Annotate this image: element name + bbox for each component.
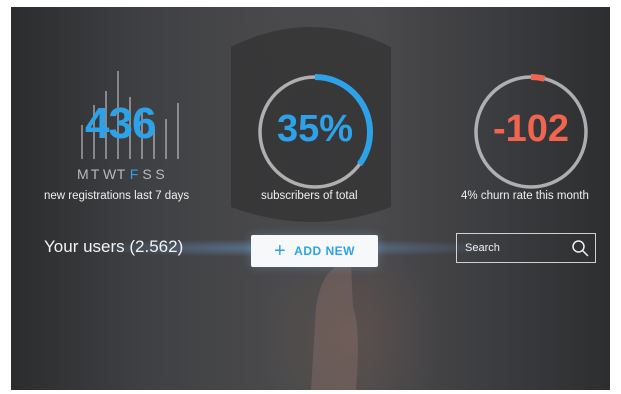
churn-caption: 4% churn rate this month bbox=[461, 190, 589, 202]
weekday-label: T bbox=[90, 166, 103, 182]
search-box[interactable] bbox=[456, 233, 596, 263]
add-new-label: ADD NEW bbox=[294, 244, 355, 258]
registrations-caption: new registrations last 7 days bbox=[44, 190, 190, 202]
weekday-label: T bbox=[116, 166, 129, 182]
plus-icon: + bbox=[273, 240, 287, 262]
registrations-value: 436 bbox=[85, 99, 156, 148]
subscribers-value: 35% bbox=[276, 108, 354, 150]
add-new-button[interactable]: + ADD NEW bbox=[251, 235, 378, 267]
users-label: Your users bbox=[44, 237, 125, 256]
weekday-label: S bbox=[142, 166, 155, 182]
weekday-label: M bbox=[77, 166, 92, 182]
weekday-label: W bbox=[103, 166, 120, 182]
weekday-label: F bbox=[129, 166, 142, 182]
dashboard-screen: 436 MTWTFSS new registrations last 7 day… bbox=[11, 7, 610, 390]
users-count: (2.562) bbox=[129, 237, 184, 256]
search-input[interactable] bbox=[465, 240, 565, 256]
weekday-label: S bbox=[155, 166, 168, 182]
churn-value: -102 bbox=[492, 108, 570, 150]
users-heading: Your users (2.562) bbox=[44, 237, 183, 257]
search-icon[interactable] bbox=[571, 239, 589, 257]
weekday-labels: MTWTFSS bbox=[77, 166, 168, 182]
subscribers-caption: subscribers of total bbox=[261, 190, 358, 202]
